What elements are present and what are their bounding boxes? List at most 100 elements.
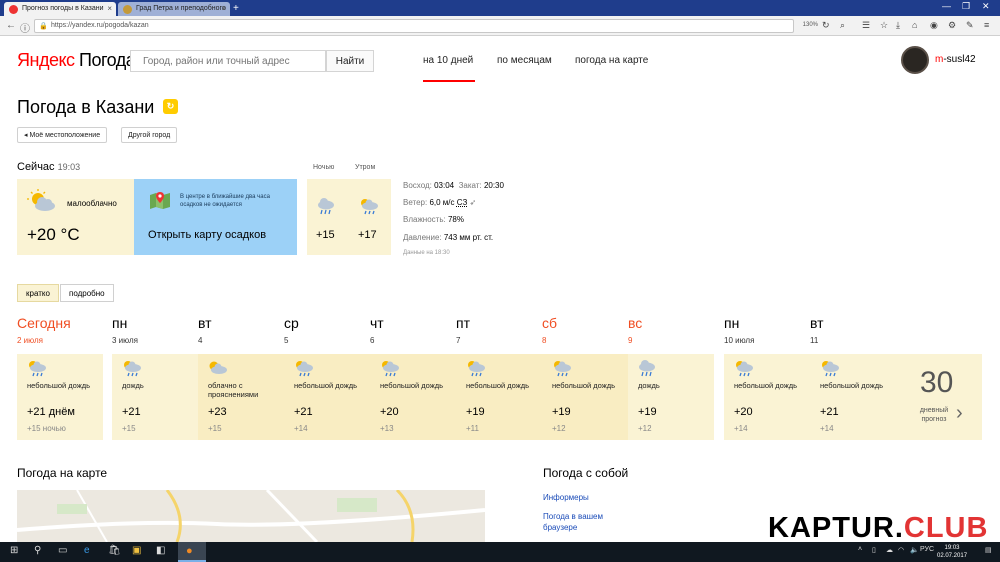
pressure-info: Давление: 743 мм рт. ст.: [403, 233, 493, 242]
mode-short-button[interactable]: кратко: [17, 284, 59, 302]
address-bar[interactable]: 🔒 https://yandex.ru/pogoda/kazan: [34, 19, 794, 33]
forecast-day-name[interactable]: пн: [112, 315, 127, 331]
username[interactable]: m-susl42: [935, 54, 976, 65]
other-city-button[interactable]: Другой город: [121, 127, 178, 143]
star-icon[interactable]: ☆: [880, 20, 888, 31]
humidity-info: Влажность: 78%: [403, 215, 464, 224]
maximize-icon[interactable]: ❐: [962, 1, 970, 12]
forecast-day-card[interactable]: облачно с прояснениями +23 +15: [198, 354, 284, 440]
forecast-day-name[interactable]: чт: [370, 315, 384, 331]
input-language[interactable]: РУС: [920, 546, 934, 553]
sun-times: Восход: 03:04 Закат: 20:30: [403, 181, 504, 190]
edge-icon[interactable]: e: [84, 545, 90, 556]
wifi-icon[interactable]: ◠: [898, 546, 904, 554]
cloud-rain-sun-icon: [822, 361, 839, 377]
my-location-button[interactable]: ◂ Моё местоположение: [17, 127, 108, 143]
network-icon[interactable]: ▯: [872, 546, 876, 554]
forecast-day-card[interactable]: дождь +21 +15: [112, 354, 198, 440]
menu-icon[interactable]: ≡: [984, 20, 989, 30]
forecast-day-card[interactable]: небольшой дождь +20 +13: [370, 354, 456, 440]
mode-detailed-button[interactable]: подробно: [60, 284, 114, 302]
close-tab-icon[interactable]: ×: [107, 4, 112, 13]
back-icon[interactable]: ←: [6, 20, 16, 31]
onedrive-icon[interactable]: ☁: [886, 546, 893, 554]
informers-link[interactable]: Информеры: [543, 492, 589, 503]
forecast-day-name[interactable]: вт: [810, 315, 824, 331]
nav-weather-map[interactable]: погода на карте: [575, 55, 648, 66]
forecast-day-name[interactable]: сб: [542, 315, 557, 331]
share-icon[interactable]: ↻: [163, 99, 178, 114]
morning-forecast-card[interactable]: +17: [349, 179, 391, 255]
forecast-description: небольшой дождь: [294, 381, 358, 390]
nav-by-months[interactable]: по месяцам: [497, 55, 552, 66]
system-clock[interactable]: 19:03 02.07.2017: [937, 544, 967, 560]
extension-icon[interactable]: ◉: [930, 20, 938, 31]
download-icon[interactable]: ⤓: [896, 20, 900, 31]
close-tab-icon[interactable]: ×: [221, 4, 226, 13]
search-icon[interactable]: ⚲: [34, 545, 41, 556]
forecast-day-name[interactable]: пн: [724, 315, 739, 331]
forecast-day-card[interactable]: дождь +19 +12: [628, 354, 714, 440]
weather-map-thumbnail[interactable]: [17, 490, 485, 542]
forecast-day-name[interactable]: пт: [456, 315, 470, 331]
search-input[interactable]: [130, 50, 326, 72]
forecast-day-name[interactable]: вс: [628, 315, 642, 331]
store-icon[interactable]: 🛍: [108, 545, 121, 556]
forecast-day-card[interactable]: небольшой дождь +21 +14: [284, 354, 370, 440]
forecast-day-temp: +23: [208, 406, 227, 418]
avatar[interactable]: [901, 46, 929, 74]
file-explorer-icon[interactable]: ▣: [132, 545, 141, 556]
username-rest: -susl42: [943, 54, 976, 65]
forecast-day-name[interactable]: ср: [284, 315, 299, 331]
forecast-description: небольшой дождь: [380, 381, 444, 390]
yandex-pogoda-logo[interactable]: Яндекс Погода: [17, 50, 136, 71]
forecast-description: небольшой дождь: [27, 381, 91, 390]
firefox-taskbar-icon[interactable]: ●: [178, 542, 206, 562]
open-precipitation-map-link[interactable]: Открыть карту осадков: [148, 229, 266, 241]
cloud-rain-sun-icon: [468, 361, 485, 377]
firefox-icon: ●: [186, 545, 193, 557]
lock-icon: 🔒: [39, 23, 48, 30]
forecast-day-name[interactable]: вт: [198, 315, 212, 331]
nav-10-days[interactable]: на 10 дней: [423, 55, 473, 66]
zoom-level[interactable]: 130%: [803, 22, 818, 28]
sunset-label: Закат:: [458, 181, 482, 190]
location-arrow-icon: ◂: [24, 132, 28, 139]
addon-icon[interactable]: ✎: [966, 20, 974, 31]
notifications-icon[interactable]: ▤: [985, 546, 992, 554]
app-icon[interactable]: ◧: [156, 545, 165, 556]
precipitation-map-card[interactable]: В центре в ближайшие два часа осадков не…: [134, 179, 297, 255]
now-label: Сейчас 19:03: [17, 161, 80, 173]
wind-direction[interactable]: СЗ: [457, 198, 468, 207]
30-day-forecast-link[interactable]: 30 дневный прогноз ›: [896, 354, 982, 440]
forecast-day-name[interactable]: Сегодня: [17, 315, 71, 331]
bookmarks-icon[interactable]: ☰: [862, 20, 870, 31]
search-icon[interactable]: ⌕: [840, 20, 845, 31]
forecast-day-card[interactable]: небольшой дождь +21 днём +15 ночью: [17, 354, 103, 440]
windows-start-icon[interactable]: ⊞: [10, 545, 18, 556]
forecast-day-card[interactable]: небольшой дождь +21 +14: [810, 354, 896, 440]
tab-title: Град Петра и преподобного: [136, 5, 226, 12]
forecast-day-date: 7: [456, 336, 461, 345]
night-forecast-card[interactable]: +15: [307, 179, 349, 255]
close-window-icon[interactable]: ✕: [982, 1, 990, 12]
reload-icon[interactable]: ↻: [822, 20, 830, 31]
weather-with-you-heading: Погода с собой: [543, 466, 629, 480]
forecast-day-card[interactable]: небольшой дождь +19 +12: [542, 354, 628, 440]
settings-icon[interactable]: ⚙: [948, 20, 956, 31]
browser-tab-active[interactable]: Прогноз погоды в Казани ×: [4, 2, 116, 16]
info-icon[interactable]: ⓘ: [20, 20, 30, 35]
cloud-sun-icon: [27, 189, 55, 211]
forecast-day-card[interactable]: небольшой дождь +20 +14: [724, 354, 810, 440]
forecast-day-card[interactable]: небольшой дождь +19 +11: [456, 354, 542, 440]
tray-expand-icon[interactable]: ˄: [858, 546, 862, 553]
volume-icon[interactable]: 🔈: [910, 546, 919, 554]
home-icon[interactable]: ⌂: [912, 20, 917, 30]
browser-tab-inactive[interactable]: Град Петра и преподобного ×: [118, 2, 230, 16]
new-tab-icon[interactable]: +: [233, 3, 239, 14]
minimize-icon[interactable]: —: [942, 1, 951, 11]
current-weather-card[interactable]: малооблачно +20 °C: [17, 179, 134, 255]
task-view-icon[interactable]: ▭: [58, 545, 67, 556]
browser-weather-link[interactable]: Погода в вашем браузере: [543, 511, 633, 533]
search-button[interactable]: Найти: [326, 50, 374, 72]
